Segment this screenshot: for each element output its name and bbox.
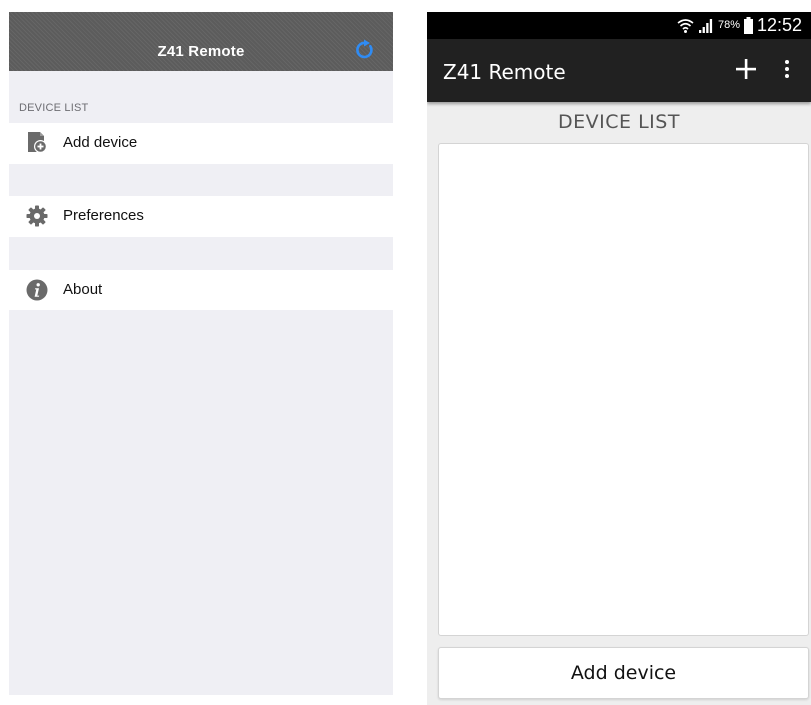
device-list-section-header: DEVICE LIST [19,102,89,114]
battery-icon [744,17,753,34]
signal-icon [699,19,713,33]
wifi-icon [677,19,694,33]
add-device-icon [28,132,47,153]
more-vert-icon[interactable] [781,57,793,81]
ios-app-title: Z41 Remote [157,43,245,60]
add-device-row[interactable]: Add device [9,123,393,164]
refresh-icon[interactable] [354,39,376,61]
status-clock: 12:52 [757,15,803,35]
status-bar: 78% 12:52 [427,12,811,39]
gear-icon [26,205,48,227]
battery-percent: 78% [718,19,741,31]
info-icon [26,279,48,301]
about-row[interactable]: About [9,270,393,310]
preferences-row[interactable]: Preferences [9,196,393,237]
add-device-label: Add device [63,134,138,151]
android-app-title: Z41 Remote [443,60,566,84]
about-label: About [63,281,103,298]
action-bar: Z41 Remote [427,39,811,102]
preferences-label: Preferences [63,207,144,224]
add-device-button[interactable]: Add device [438,647,809,699]
android-app-screen: 78% 12:52 Z41 Remote DEVICE LIST Add dev… [427,12,811,705]
device-list[interactable] [438,143,809,636]
ios-app-screen: Z41 Remote DEVICE LIST Add device Prefer… [9,12,393,695]
plus-icon[interactable] [734,57,758,81]
ios-navigation-bar: Z41 Remote [9,12,393,71]
device-list-heading: DEVICE LIST [558,111,680,133]
